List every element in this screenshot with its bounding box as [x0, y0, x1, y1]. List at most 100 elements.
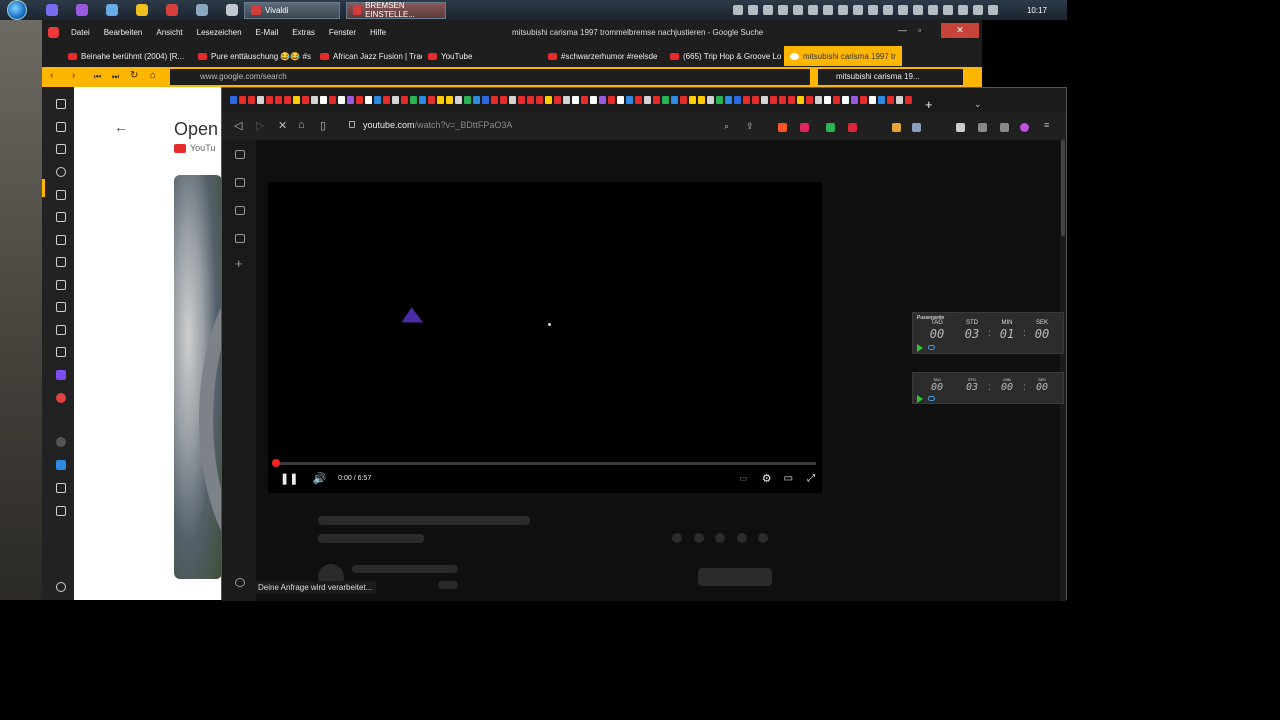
pinned-tab-favicon[interactable]	[482, 96, 489, 104]
settings-gear-icon[interactable]: ⚙	[762, 472, 772, 485]
window-panel-icon[interactable]	[56, 212, 66, 222]
taskbar-task-brave[interactable]: BREMSEN EINSTELLE...	[346, 1, 446, 19]
forward-icon[interactable]: ›	[72, 70, 75, 81]
menu-fenster[interactable]: Fenster	[329, 28, 356, 37]
tray-icon[interactable]	[882, 5, 893, 15]
taskbar-app-icon[interactable]	[226, 4, 238, 16]
pinned-tab-favicon[interactable]	[455, 96, 462, 104]
back-arrow-icon[interactable]: ←	[114, 119, 128, 135]
stop-icon[interactable]: ✕	[278, 119, 287, 132]
forward-icon[interactable]: ▷	[256, 119, 264, 132]
pinned-tab-favicon[interactable]	[365, 96, 372, 104]
reading-list-icon[interactable]	[235, 234, 245, 243]
tab[interactable]: (665) Trip Hop & Groove Lo	[664, 46, 784, 66]
bookmarks-icon[interactable]	[235, 206, 245, 215]
pinned-tab-favicon[interactable]	[833, 96, 840, 104]
brave-shields-icon[interactable]	[778, 123, 787, 132]
result-title[interactable]: Open	[174, 119, 218, 140]
repeat-icon[interactable]	[928, 396, 935, 401]
pinned-tab-favicon[interactable]	[293, 96, 300, 104]
maximize-button[interactable]: ▫	[918, 25, 921, 35]
taskbar-app-icon[interactable]	[46, 4, 58, 16]
tray-icon[interactable]	[807, 5, 818, 15]
pinned-tab-favicon[interactable]	[410, 96, 417, 104]
sidebar-toggle-icon[interactable]	[978, 123, 987, 132]
tray-icon[interactable]	[987, 5, 998, 15]
theater-mode-icon[interactable]: ▭	[784, 473, 793, 484]
pinned-tab-favicon[interactable]	[500, 96, 507, 104]
tray-icon[interactable]	[852, 5, 863, 15]
tray-icon[interactable]	[822, 5, 833, 15]
close-button[interactable]: ✕	[941, 23, 979, 38]
pinned-tab-favicon[interactable]	[257, 96, 264, 104]
pinned-tab-favicon[interactable]	[302, 96, 309, 104]
countdown-widget[interactable]: TAG STD MIN SEK 00 03 : 00 : 00	[912, 372, 1064, 404]
extensions-puzzle-icon[interactable]	[956, 123, 965, 132]
tray-icon[interactable]	[777, 5, 788, 15]
pinned-tab-favicon[interactable]	[275, 96, 282, 104]
tasks-icon[interactable]	[56, 302, 66, 312]
tray-icon[interactable]	[957, 5, 968, 15]
taskbar-app-icon[interactable]	[76, 4, 88, 16]
pinned-tab-favicon[interactable]	[626, 96, 633, 104]
pinned-tab-favicon[interactable]	[347, 96, 354, 104]
pinned-tab-favicon[interactable]	[464, 96, 471, 104]
pinned-tab-favicon[interactable]	[284, 96, 291, 104]
volume-icon[interactable]: 🔊	[312, 472, 326, 485]
extension-icon[interactable]	[848, 123, 857, 132]
pinned-tab-favicon[interactable]	[779, 96, 786, 104]
share-icon[interactable]: ⇪	[746, 121, 754, 132]
taskbar-app-icon[interactable]	[136, 4, 148, 16]
extension-icon[interactable]	[892, 123, 901, 132]
menu-email[interactable]: E-Mail	[256, 28, 279, 37]
pinned-tab-favicon[interactable]	[653, 96, 660, 104]
video-player[interactable]: ❚❚ 🔊 0:00 / 6:57 ▭ ⚙ ▭ ⤢	[268, 182, 822, 493]
clock[interactable]: 10:17	[1027, 6, 1047, 15]
pinned-tab-favicon[interactable]	[662, 96, 669, 104]
bookmark-item[interactable]: mitsubishi carisma 19...	[818, 69, 963, 85]
pinned-tab-favicon[interactable]	[356, 96, 363, 104]
pinned-tab-favicon[interactable]	[887, 96, 894, 104]
tray-icon[interactable]	[837, 5, 848, 15]
contacts-icon[interactable]	[56, 347, 66, 357]
pause-icon[interactable]: ❚❚	[280, 472, 298, 485]
url-field[interactable]: youtube.com/watch?v=_BDttFPaO3A	[363, 120, 512, 130]
pinned-tab-favicon[interactable]	[734, 96, 741, 104]
pinned-tab-favicon[interactable]	[743, 96, 750, 104]
add-sidebar-item-icon[interactable]: +	[235, 256, 245, 271]
tray-icon[interactable]	[912, 5, 923, 15]
taskbar-app-icon[interactable]	[196, 4, 208, 16]
zoom-icon[interactable]: ⌕	[724, 121, 729, 132]
play-icon[interactable]	[917, 344, 923, 352]
mail-icon[interactable]	[56, 257, 66, 267]
progress-scrubber[interactable]	[272, 459, 280, 467]
pinned-tab-favicon[interactable]	[563, 96, 570, 104]
pinned-tab-favicon[interactable]	[644, 96, 651, 104]
menu-icon[interactable]: ≡	[1044, 120, 1049, 130]
feeds-icon[interactable]	[56, 325, 66, 335]
notes-icon[interactable]	[56, 190, 66, 200]
pinned-tab-favicon[interactable]	[689, 96, 696, 104]
taskbar-task-vivaldi[interactable]: Vivaldi	[244, 1, 340, 19]
menu-extras[interactable]: Extras	[292, 28, 315, 37]
leo-ai-icon[interactable]	[235, 150, 245, 159]
pinned-tab-favicon[interactable]	[518, 96, 525, 104]
add-panel-icon[interactable]	[56, 506, 66, 516]
taskbar-app-icon[interactable]	[106, 4, 118, 16]
taskbar-app-icon[interactable]	[166, 4, 178, 16]
pinned-tab-favicon[interactable]	[896, 96, 903, 104]
pinned-tab-favicon[interactable]	[428, 96, 435, 104]
tray-icon[interactable]	[897, 5, 908, 15]
play-icon[interactable]	[917, 395, 923, 403]
brave-rewards-icon[interactable]	[800, 123, 809, 132]
extension-icon[interactable]	[912, 123, 921, 132]
tray-icon[interactable]	[762, 5, 773, 15]
pinned-tab-favicon[interactable]	[725, 96, 732, 104]
video-thumbnail[interactable]	[174, 175, 222, 579]
pinned-tab-favicon[interactable]	[671, 96, 678, 104]
tray-icon[interactable]	[867, 5, 878, 15]
pinned-tab-favicon[interactable]	[527, 96, 534, 104]
pinned-tab-favicon[interactable]	[608, 96, 615, 104]
fastforward-icon[interactable]: ⏭	[112, 72, 119, 82]
pinned-tab-favicon[interactable]	[266, 96, 273, 104]
